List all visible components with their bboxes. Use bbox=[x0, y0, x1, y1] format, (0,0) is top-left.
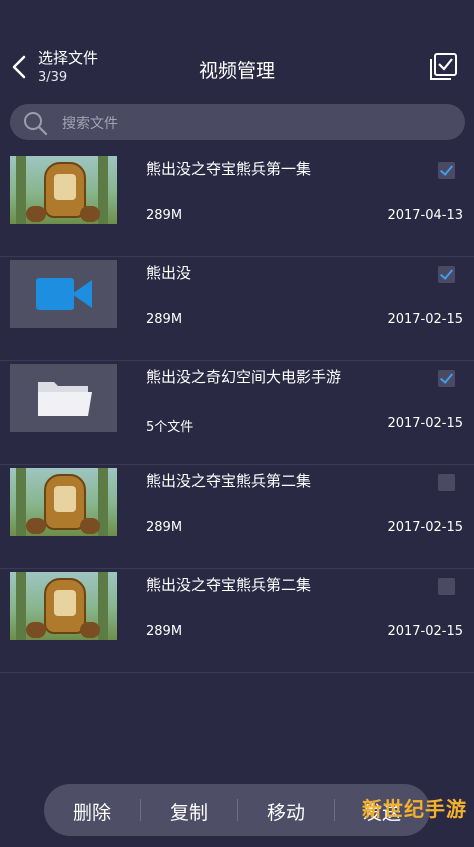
list-item[interactable]: 熊出没 289M 2017-02-15 bbox=[0, 256, 474, 361]
list-item[interactable]: 熊出没之夺宝熊兵第一集 289M 2017-04-13 bbox=[0, 152, 474, 257]
folder-icon bbox=[38, 382, 92, 416]
item-name: 熊出没之夺宝熊兵第二集 bbox=[146, 472, 312, 490]
watermark-logo: 新世纪手游 bbox=[362, 797, 467, 821]
header: 选择文件 3/39 视频管理 bbox=[0, 0, 474, 100]
list-item[interactable]: 熊出没之夺宝熊兵第二集 289M 2017-02-15 bbox=[0, 568, 474, 673]
search-placeholder: 搜索文件 bbox=[62, 116, 118, 132]
list-item[interactable]: 熊出没之奇幻空间大电影手游 5个文件 2017-02-15 bbox=[0, 360, 474, 465]
item-name: 熊出没 bbox=[146, 264, 192, 282]
item-checkbox[interactable] bbox=[438, 162, 455, 179]
copy-button[interactable]: 复制 bbox=[141, 798, 237, 825]
move-button[interactable]: 移动 bbox=[238, 798, 334, 825]
item-size: 289M bbox=[146, 520, 183, 535]
item-name: 熊出没之夺宝熊兵第一集 bbox=[146, 160, 312, 178]
list-item[interactable]: 熊出没之夺宝熊兵第二集 289M 2017-02-15 bbox=[0, 464, 474, 569]
select-all-icon[interactable] bbox=[428, 52, 458, 82]
search-icon bbox=[24, 112, 48, 136]
item-checkbox[interactable] bbox=[438, 474, 455, 491]
page-title: 视频管理 bbox=[198, 60, 275, 82]
item-size: 289M bbox=[146, 208, 183, 223]
item-size: 289M bbox=[146, 312, 183, 327]
item-date: 2017-04-13 bbox=[387, 208, 463, 223]
item-size: 289M bbox=[146, 624, 183, 639]
item-name: 熊出没之奇幻空间大电影手游 bbox=[146, 368, 342, 386]
video-thumbnail bbox=[10, 572, 117, 640]
item-date: 2017-02-15 bbox=[387, 312, 463, 327]
delete-button[interactable]: 删除 bbox=[44, 798, 140, 825]
video-thumbnail bbox=[10, 156, 117, 224]
search-bar[interactable]: 搜索文件 bbox=[10, 104, 465, 140]
video-thumbnail bbox=[10, 468, 117, 536]
item-checkbox[interactable] bbox=[438, 578, 455, 595]
item-date: 2017-02-15 bbox=[387, 520, 463, 535]
item-date: 2017-02-15 bbox=[387, 624, 463, 639]
item-size: 5个文件 bbox=[146, 420, 194, 435]
item-checkbox[interactable] bbox=[438, 266, 455, 283]
item-name: 熊出没之夺宝熊兵第二集 bbox=[146, 576, 312, 594]
video-camera-icon bbox=[36, 278, 92, 310]
item-checkbox[interactable] bbox=[438, 370, 455, 387]
item-date: 2017-02-15 bbox=[387, 416, 463, 431]
video-thumbnail bbox=[10, 260, 117, 328]
folder-thumbnail bbox=[10, 364, 117, 432]
